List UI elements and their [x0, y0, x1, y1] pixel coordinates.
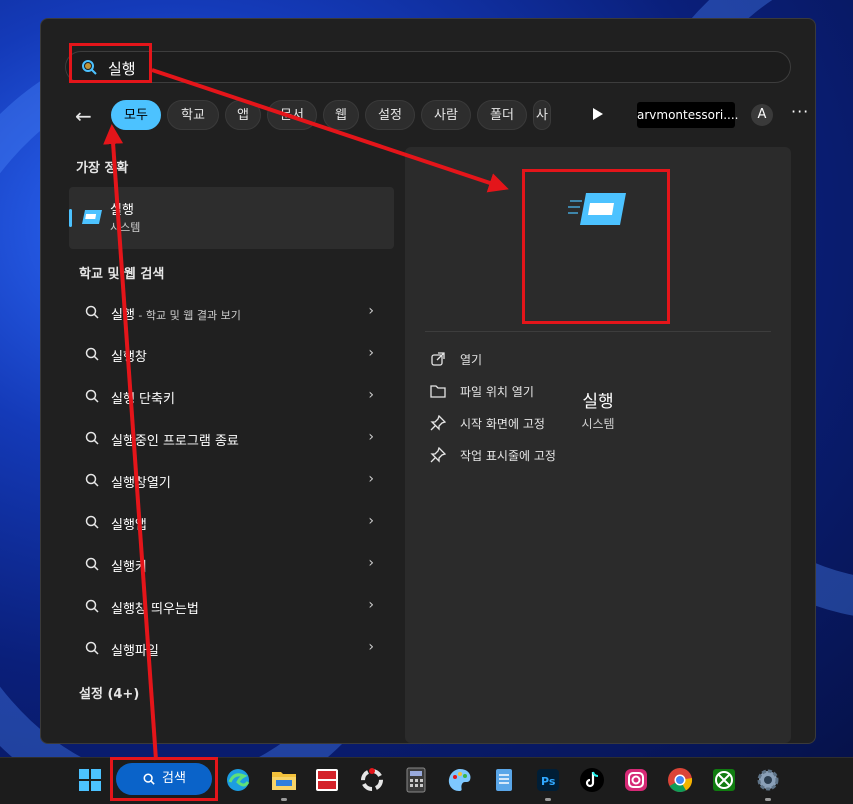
annotation-box-search-button: [110, 757, 218, 801]
best-match-subtitle: 시스템: [110, 221, 141, 234]
filter-chip-folders[interactable]: 폴더: [477, 100, 527, 130]
running-indicator: [281, 798, 287, 801]
chevron-right-icon: ›: [368, 345, 374, 361]
filter-chip-apps[interactable]: 앱: [225, 100, 261, 130]
filter-chip-more[interactable]: 사: [533, 100, 551, 130]
best-match-title: 실행: [110, 203, 134, 218]
action-label: 열기: [460, 353, 483, 367]
action-label: 시작 화면에 고정: [460, 417, 545, 431]
scroll-right-icon[interactable]: [593, 108, 603, 120]
chevron-right-icon: ›: [368, 303, 374, 319]
web-result-suffix: - 학교 및 웹 결과 보기: [134, 309, 241, 322]
folder-icon: [430, 385, 446, 398]
list-item[interactable]: 실행 단축키 ›: [69, 377, 394, 417]
app-ring-icon[interactable]: [358, 766, 386, 794]
list-item[interactable]: 실행파일 ›: [69, 629, 394, 669]
more-options-icon[interactable]: ···: [791, 102, 809, 121]
web-search-heading: 학교 및 웹 검색: [79, 267, 165, 282]
open-external-icon: [431, 352, 445, 366]
windows-start-icon[interactable]: [76, 766, 104, 794]
edge-icon[interactable]: [224, 766, 252, 794]
notepad-icon[interactable]: [490, 766, 518, 794]
chevron-right-icon: ›: [368, 429, 374, 445]
suggestion-label: 실행파일: [111, 644, 159, 659]
pin-icon: [430, 447, 446, 463]
pin-icon: [430, 415, 446, 431]
search-icon: [85, 557, 99, 571]
filter-chip-people[interactable]: 사람: [421, 100, 471, 130]
list-item[interactable]: 실행키 ›: [69, 545, 394, 585]
list-item[interactable]: 실행 - 학교 및 웹 결과 보기 ›: [69, 293, 394, 333]
filter-chip-documents[interactable]: 문서: [267, 100, 317, 130]
file-explorer-icon[interactable]: [270, 766, 298, 794]
filter-chip-web[interactable]: 웹: [323, 100, 359, 130]
filter-chip-all[interactable]: 모두: [111, 100, 161, 130]
chevron-right-icon: ›: [368, 471, 374, 487]
list-item[interactable]: 실행앱 ›: [69, 503, 394, 543]
annotation-box-query: [69, 43, 152, 83]
list-item[interactable]: 실행창열기 ›: [69, 461, 394, 501]
search-icon: [85, 389, 99, 403]
list-item[interactable]: 실행창 띄우는법 ›: [69, 587, 394, 627]
instagram-icon[interactable]: [622, 766, 650, 794]
chevron-right-icon: ›: [368, 513, 374, 529]
run-app-icon: [82, 210, 102, 224]
suggestion-label: 실행키: [111, 560, 147, 575]
xbox-icon[interactable]: [710, 766, 738, 794]
chevron-right-icon: ›: [368, 387, 374, 403]
avatar[interactable]: A: [751, 104, 773, 126]
suggestion-label: 실행창: [111, 350, 147, 365]
photoshop-icon[interactable]: Ps: [534, 766, 562, 794]
suggestion-label: 실행중인 프로그램 종료: [111, 434, 239, 449]
search-icon: [85, 599, 99, 613]
divider: [425, 331, 771, 332]
calculator-icon[interactable]: [402, 766, 430, 794]
chevron-right-icon: ›: [368, 597, 374, 613]
chevron-right-icon: ›: [368, 639, 374, 655]
running-indicator: [545, 798, 551, 801]
settings-icon[interactable]: [754, 766, 782, 794]
web-result-query: 실행: [111, 308, 135, 323]
filter-chip-settings[interactable]: 설정: [365, 100, 415, 130]
search-icon: [85, 473, 99, 487]
settings-heading[interactable]: 설정 (4+): [79, 683, 139, 702]
search-icon: [85, 305, 99, 319]
svg-text:Ps: Ps: [541, 775, 556, 788]
search-icon: [85, 515, 99, 529]
filter-chip-school[interactable]: 학교: [167, 100, 219, 130]
annotation-box-result: [522, 169, 670, 324]
tiktok-icon[interactable]: [578, 766, 606, 794]
app-red-icon[interactable]: [313, 766, 341, 794]
action-label: 파일 위치 열기: [460, 385, 534, 399]
start-search-panel: 실행 ← 모두 학교 앱 문서 웹 설정 사람 폴더 사 arvmontesso…: [40, 18, 816, 744]
best-match-item[interactable]: 실행 시스템: [69, 187, 394, 249]
running-indicator: [765, 798, 771, 801]
list-item[interactable]: 실행창 ›: [69, 335, 394, 375]
account-label[interactable]: arvmontessori....: [637, 102, 738, 128]
back-arrow-icon[interactable]: ←: [75, 104, 92, 128]
action-label: 작업 표시줄에 고정: [460, 449, 556, 463]
search-icon: [85, 431, 99, 445]
suggestion-label: 실행창열기: [111, 476, 171, 491]
suggestion-label: 실행창 띄우는법: [111, 602, 199, 617]
chevron-right-icon: ›: [368, 555, 374, 571]
paint-icon[interactable]: [446, 766, 474, 794]
selection-indicator: [69, 209, 72, 227]
suggestion-label: 실행 단축키: [111, 392, 175, 407]
best-match-heading: 가장 정확: [76, 161, 129, 176]
list-item[interactable]: 실행중인 프로그램 종료 ›: [69, 419, 394, 459]
filter-bar: ← 모두 학교 앱 문서 웹 설정 사람 폴더 사 arvmontessori.…: [69, 100, 809, 134]
search-box[interactable]: 실행: [65, 51, 791, 83]
search-icon: [85, 347, 99, 361]
suggestion-label: 실행앱: [111, 518, 147, 533]
search-icon: [85, 641, 99, 655]
chrome-icon[interactable]: [666, 766, 694, 794]
